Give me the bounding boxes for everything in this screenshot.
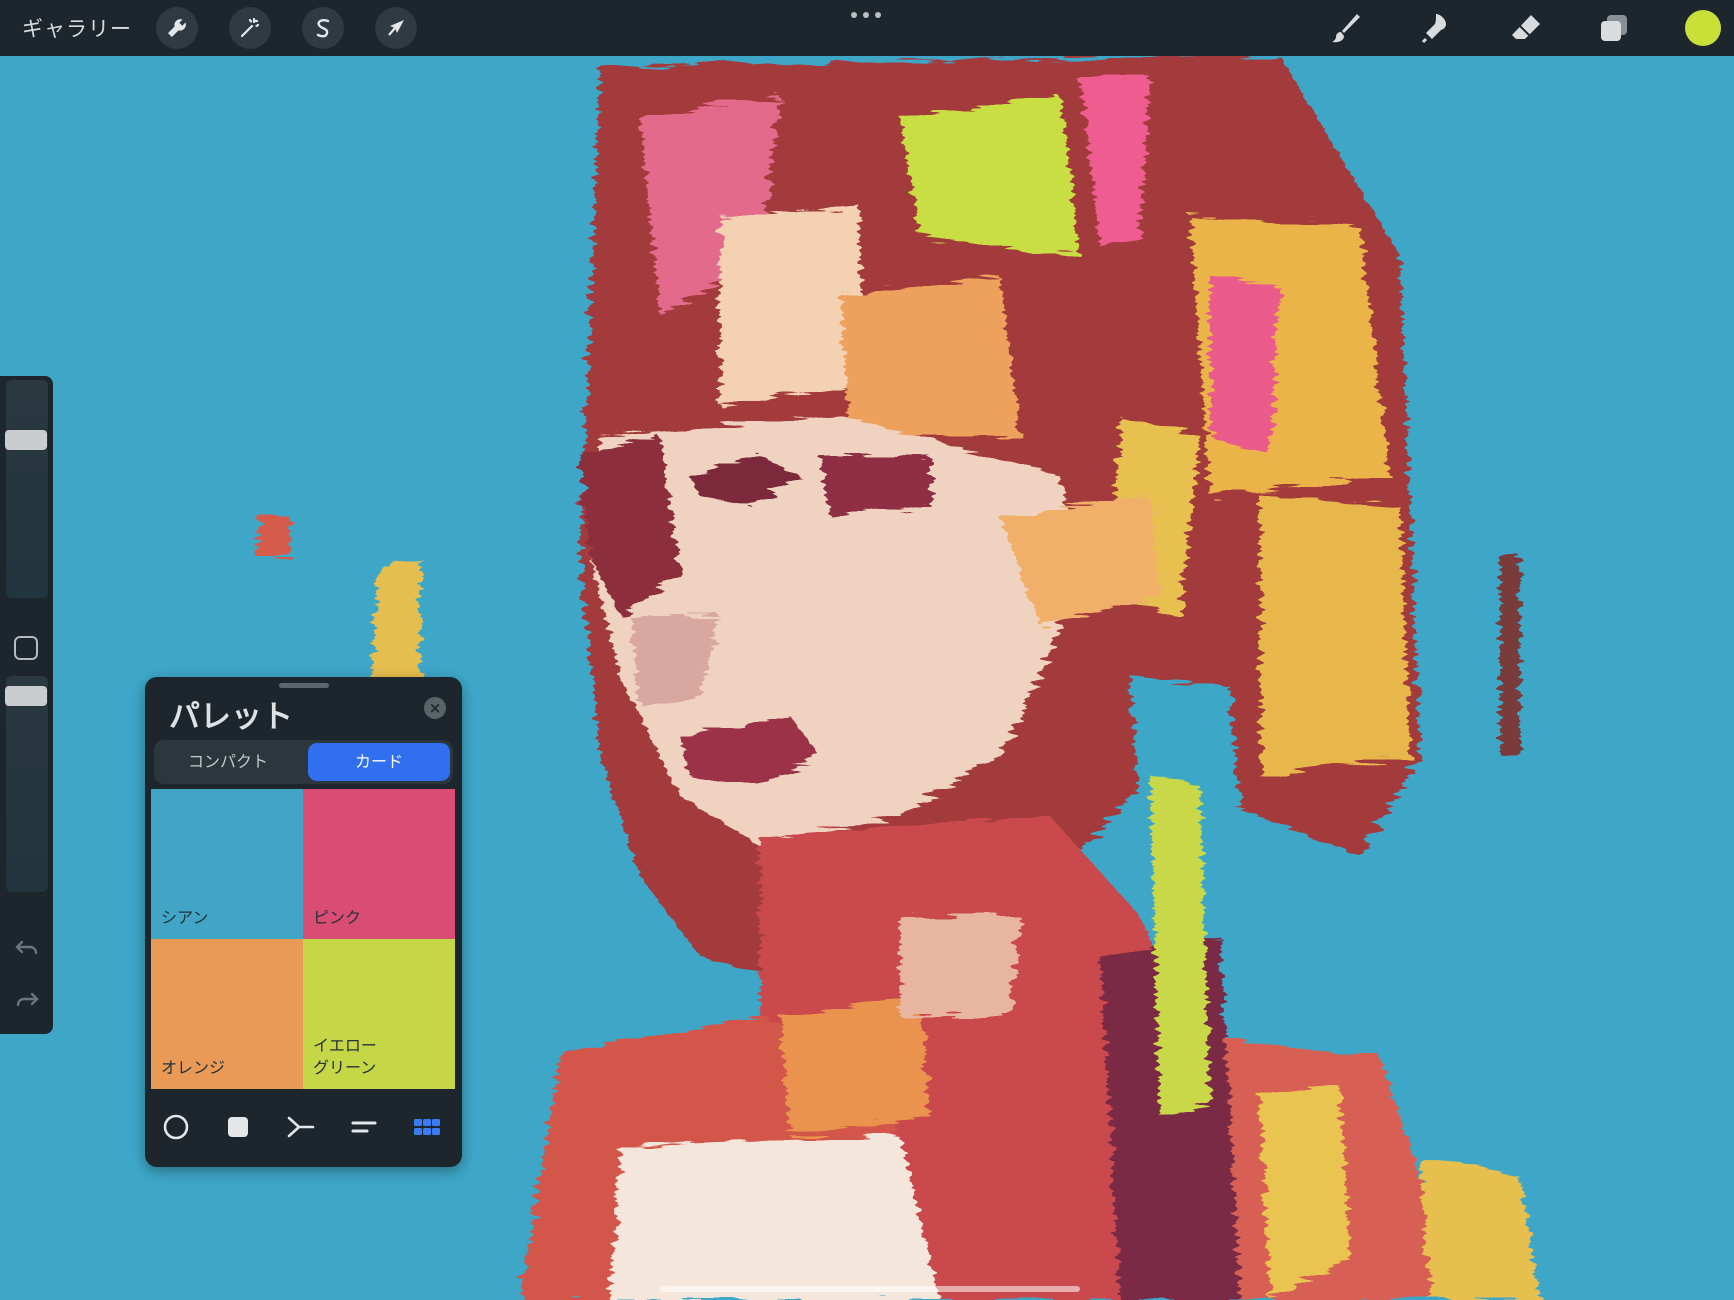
swatch-card[interactable]: シアン <box>151 789 303 939</box>
redo-icon[interactable] <box>14 988 40 1014</box>
brush-size-thumb[interactable] <box>5 429 47 450</box>
palette-cards: シアン ピンク オレンジ イエロー グリーン <box>151 789 455 1089</box>
value-icon[interactable] <box>344 1107 384 1147</box>
transform-arrow-icon[interactable] <box>375 7 417 49</box>
current-color-swatch[interactable] <box>1685 10 1721 46</box>
swatch-card[interactable]: オレンジ <box>151 939 303 1089</box>
swatch-card[interactable]: イエロー グリーン <box>303 939 455 1089</box>
palette-view-switcher: コンパクト カード <box>154 740 453 784</box>
close-icon[interactable]: × <box>424 697 446 719</box>
gallery-button[interactable]: ギャラリー <box>22 13 132 43</box>
tab-cards[interactable]: カード <box>308 743 450 781</box>
top-toolbar: ギャラリー <box>0 0 1734 56</box>
modify-button[interactable] <box>14 636 38 660</box>
opacity-slider[interactable] <box>6 676 48 892</box>
tab-compact[interactable]: コンパクト <box>157 743 299 781</box>
swatch-label: ピンク <box>313 908 362 927</box>
swatch-label: シアン <box>161 908 209 927</box>
harmony-icon[interactable] <box>281 1107 321 1147</box>
palette-title: パレット <box>169 699 293 735</box>
undo-icon[interactable] <box>14 936 40 962</box>
opacity-thumb[interactable] <box>5 685 47 706</box>
brush-icon[interactable] <box>1327 9 1365 47</box>
panel-grabber[interactable] <box>279 683 329 688</box>
palette-panel: パレット × コンパクト カード シアン ピンク オレンジ イエロー グリーン <box>145 677 462 1167</box>
color-mode-bar <box>145 1107 462 1157</box>
wrench-icon[interactable] <box>156 7 198 49</box>
magic-wand-icon[interactable] <box>229 7 271 49</box>
swatch-label: イエロー グリーン <box>313 1036 377 1077</box>
square-icon[interactable] <box>218 1107 258 1147</box>
more-options-icon[interactable] <box>851 9 881 21</box>
left-sidebar <box>0 376 53 1034</box>
swatch-card[interactable]: ピンク <box>303 789 455 939</box>
swatch-label: オレンジ <box>161 1058 226 1077</box>
smudge-icon[interactable] <box>1417 9 1455 47</box>
palette-grid-icon[interactable] <box>407 1107 447 1147</box>
selection-icon[interactable] <box>302 7 344 49</box>
disc-icon[interactable] <box>156 1107 196 1147</box>
layers-icon[interactable] <box>1595 9 1633 47</box>
brush-size-slider[interactable] <box>6 380 48 598</box>
home-indicator[interactable] <box>660 1286 1080 1292</box>
eraser-icon[interactable] <box>1507 9 1545 47</box>
